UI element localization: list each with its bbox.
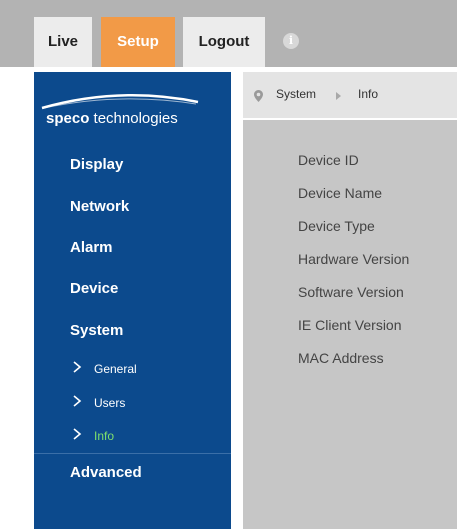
logo-part-technologies: technologies — [89, 110, 178, 127]
label-software-version: Software Version — [298, 284, 404, 300]
tab-logout[interactable]: Logout — [183, 17, 265, 67]
label-device-id: Device ID — [298, 152, 359, 168]
sidebar-subitem-users[interactable]: Users — [72, 394, 125, 411]
sidebar-item-display[interactable]: Display — [70, 156, 123, 173]
breadcrumb-system[interactable]: System — [276, 87, 316, 101]
speco-logo: speco technologies — [34, 72, 231, 132]
label-mac-address: MAC Address — [298, 350, 384, 366]
tab-setup[interactable]: Setup — [101, 17, 175, 67]
sidebar-subitem-label: Users — [94, 395, 126, 410]
sidebar-item-network[interactable]: Network — [70, 198, 129, 215]
breadcrumb-info: Info — [358, 87, 379, 101]
sidebar-item-device[interactable]: Device — [70, 280, 118, 297]
location-pin-icon — [254, 90, 263, 102]
sidebar-item-advanced[interactable]: Advanced — [70, 464, 142, 481]
sidebar-subitem-label: Info — [94, 428, 115, 443]
logo-part-speco: speco — [46, 110, 90, 127]
label-hardware-version: Hardware Version — [298, 251, 410, 267]
chevron-right-icon — [72, 427, 86, 444]
logo-swoosh-icon — [41, 94, 199, 110]
chevron-right-icon — [72, 360, 86, 377]
top-nav-bar: Live Setup Logout i — [0, 0, 457, 67]
sidebar-divider — [34, 453, 231, 454]
info-icon[interactable]: i — [283, 33, 299, 49]
label-device-type: Device Type — [298, 218, 375, 234]
logo-wordmark: speco technologies — [46, 110, 178, 127]
sidebar-subitem-label: General — [94, 361, 137, 376]
sidebar-item-system[interactable]: System — [70, 322, 123, 339]
label-ie-client-version: IE Client Version — [298, 317, 402, 333]
breadcrumb: System Info — [243, 72, 457, 120]
sidebar: speco technologies Display Network Alarm… — [34, 72, 231, 529]
sidebar-subitem-info[interactable]: Info — [72, 427, 114, 444]
label-device-name: Device Name — [298, 185, 383, 201]
sidebar-subitem-general[interactable]: General — [72, 360, 137, 377]
tab-live[interactable]: Live — [34, 17, 92, 67]
sidebar-item-alarm[interactable]: Alarm — [70, 239, 113, 256]
main-content: System Info Device ID Device Name Device… — [243, 72, 457, 529]
breadcrumb-separator-icon — [336, 92, 341, 100]
chevron-right-icon — [72, 394, 86, 411]
